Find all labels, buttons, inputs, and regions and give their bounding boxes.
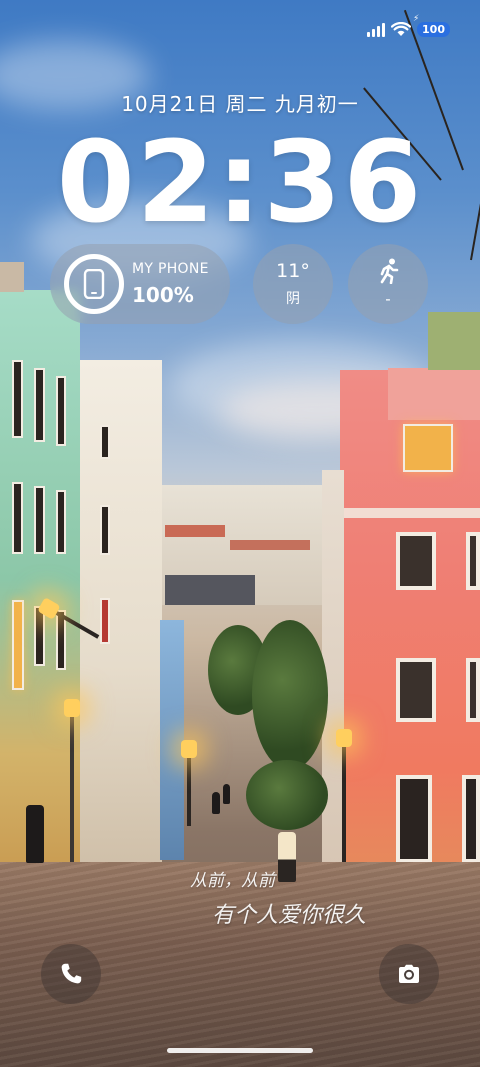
window [34, 368, 45, 442]
blue-building [160, 620, 184, 860]
door [396, 775, 432, 863]
window [396, 658, 436, 722]
street-lamp [336, 729, 352, 875]
camera-shortcut-button[interactable] [379, 944, 439, 1004]
window [396, 532, 436, 590]
window [56, 376, 66, 446]
window [100, 598, 110, 644]
lock-date: 10月21日 周二 九月初一 [121, 92, 359, 116]
rooftop [165, 525, 225, 537]
pink-upper [388, 368, 480, 420]
caption-line-2: 有个人爱你很久 [212, 903, 367, 928]
street-lamp [181, 740, 197, 826]
window [100, 505, 110, 555]
window [12, 600, 24, 690]
running-icon [380, 258, 399, 284]
home-indicator[interactable] [167, 1048, 313, 1053]
window [56, 490, 66, 554]
weather-widget[interactable]: 11° 阴 [253, 244, 333, 324]
window [100, 425, 110, 459]
tree [252, 620, 328, 770]
status-bar: 100 [367, 14, 450, 37]
window [403, 424, 453, 472]
person-silhouette [212, 792, 220, 814]
rooftop-garden [428, 312, 480, 370]
weather-temperature: 11° [276, 260, 310, 282]
white-building [80, 360, 162, 870]
widget-label: MY PHONE [132, 261, 209, 277]
phone-icon [64, 254, 124, 314]
tree [246, 760, 328, 830]
phone-call-icon [61, 963, 82, 984]
signal-icon [367, 22, 386, 37]
phone-battery-widget[interactable]: MY PHONE 100% [50, 244, 230, 324]
window [12, 482, 23, 554]
steps-value: - [385, 290, 391, 308]
window [466, 532, 480, 590]
door [462, 775, 480, 863]
rooftop [230, 540, 310, 550]
weather-condition: 阴 [286, 291, 300, 307]
battery-icon: 100 [413, 14, 450, 37]
wallpaper-caption: 从前，从前 有个人爱你很久 [190, 866, 366, 929]
person-silhouette [223, 784, 230, 804]
window [466, 658, 480, 722]
window [34, 486, 45, 554]
chimney [0, 262, 24, 292]
wifi-icon [391, 22, 412, 36]
lock-time[interactable]: 02:36 [0, 118, 480, 248]
person-silhouette [26, 805, 44, 863]
fitness-widget[interactable]: - [348, 244, 428, 324]
battery-percentage: 100% [132, 283, 194, 307]
cornice [340, 508, 480, 518]
phone-shortcut-button[interactable] [41, 944, 101, 1004]
caption-line-1: 从前，从前 [190, 871, 275, 891]
camera-icon [399, 964, 419, 983]
rooftop [165, 575, 255, 605]
window [12, 360, 23, 438]
lamp-post [64, 699, 80, 865]
